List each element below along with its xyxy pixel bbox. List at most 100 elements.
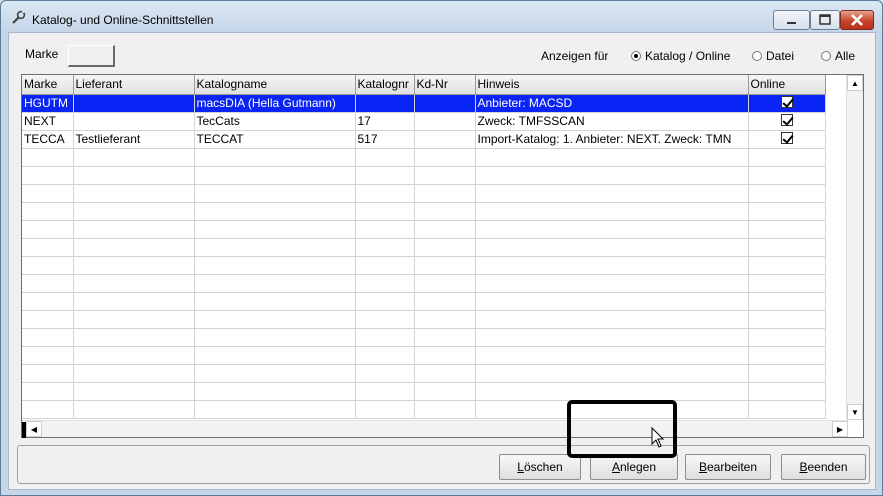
wrench-icon xyxy=(12,10,26,24)
empty-cell xyxy=(355,328,415,347)
col-header-kdnr[interactable]: Kd-Nr xyxy=(414,75,476,95)
scroll-up-icon[interactable]: ▲ xyxy=(847,75,863,91)
empty-cell xyxy=(748,400,826,419)
minimize-icon xyxy=(787,22,796,24)
horizontal-scrollbar[interactable]: ◀ ▶ xyxy=(22,420,848,437)
scroll-down-icon[interactable]: ▼ xyxy=(847,404,863,420)
col-header-hinweis[interactable]: Hinweis xyxy=(475,75,749,95)
empty-cell xyxy=(22,256,74,275)
empty-cell xyxy=(73,256,195,275)
beenden-button[interactable]: Beenden xyxy=(781,454,866,480)
empty-cell xyxy=(414,292,476,311)
empty-cell xyxy=(414,274,476,293)
empty-cell xyxy=(748,346,826,365)
empty-row xyxy=(22,202,826,221)
empty-cell xyxy=(414,310,476,329)
dialog-window: Katalog- und Online-Schnittstellen Marke… xyxy=(0,0,883,496)
empty-cell xyxy=(475,292,749,311)
cell-katalognr: 517 xyxy=(355,130,415,149)
empty-cell xyxy=(748,202,826,221)
empty-row xyxy=(22,346,826,365)
cell-kdnr xyxy=(414,130,476,149)
vertical-scrollbar[interactable]: ▲ ▼ xyxy=(846,75,863,420)
table-row[interactable]: NEXT TecCats 17 Zweck: TMFSSCAN xyxy=(22,112,826,131)
cell-kdnr xyxy=(414,94,476,113)
anzeigen-label: Anzeigen für xyxy=(541,49,609,63)
online-checkbox[interactable] xyxy=(780,131,793,144)
empty-cell xyxy=(194,202,356,221)
cell-marke: HGUTM xyxy=(22,94,74,113)
title-bar[interactable]: Katalog- und Online-Schnittstellen xyxy=(1,1,882,32)
anlegen-label: Anlegen xyxy=(611,460,657,474)
online-checkbox[interactable] xyxy=(780,113,793,126)
empty-cell xyxy=(355,400,415,419)
catalog-grid[interactable]: Marke Lieferant Katalogname Katalognr Kd… xyxy=(21,74,864,438)
empty-cell xyxy=(73,148,195,167)
empty-cell xyxy=(73,328,195,347)
empty-cell xyxy=(22,166,74,185)
col-header-marke[interactable]: Marke xyxy=(22,75,74,95)
cell-hinweis: Anbieter: MACSD xyxy=(475,94,749,113)
radio-alle[interactable]: Alle xyxy=(821,49,855,63)
empty-cell xyxy=(748,382,826,401)
empty-cell xyxy=(194,310,356,329)
empty-cell xyxy=(475,166,749,185)
minimize-button[interactable] xyxy=(773,10,810,30)
empty-cell xyxy=(194,256,356,275)
cell-katalogname: TecCats xyxy=(194,112,356,131)
empty-cell xyxy=(355,274,415,293)
empty-cell xyxy=(355,184,415,203)
bearbeiten-button[interactable]: Bearbeiten xyxy=(685,454,771,480)
loeschen-button[interactable]: Löschen xyxy=(499,454,581,480)
cell-lieferant: Testlieferant xyxy=(73,130,195,149)
scroll-right-icon[interactable]: ▶ xyxy=(832,421,848,437)
row-marker xyxy=(22,422,26,438)
empty-cell xyxy=(748,238,826,257)
col-header-online[interactable]: Online xyxy=(748,75,826,95)
table-row[interactable]: TECCA Testlieferant TECCAT 517 Import-Ka… xyxy=(22,130,826,149)
empty-cell xyxy=(414,202,476,221)
cell-online xyxy=(748,130,826,149)
empty-cell xyxy=(748,184,826,203)
col-header-katalogname[interactable]: Katalogname xyxy=(194,75,356,95)
online-checkbox[interactable] xyxy=(780,95,793,108)
empty-cell xyxy=(73,400,195,419)
empty-row xyxy=(22,274,826,293)
empty-cell xyxy=(194,346,356,365)
empty-row xyxy=(22,166,826,185)
col-header-lieferant[interactable]: Lieferant xyxy=(73,75,195,95)
empty-cell xyxy=(475,346,749,365)
empty-cell xyxy=(355,166,415,185)
empty-cell xyxy=(73,274,195,293)
col-header-katalognr[interactable]: Katalognr xyxy=(355,75,415,95)
empty-cell xyxy=(73,238,195,257)
radio-datei[interactable]: Datei xyxy=(752,49,794,63)
marke-field[interactable] xyxy=(68,45,115,67)
empty-cell xyxy=(475,364,749,383)
radio-unselected-icon xyxy=(752,51,762,61)
empty-cell xyxy=(748,166,826,185)
window-title: Katalog- und Online-Schnittstellen xyxy=(32,13,214,27)
empty-cell xyxy=(22,238,74,257)
empty-cell xyxy=(475,310,749,329)
maximize-button[interactable] xyxy=(810,10,840,30)
empty-row xyxy=(22,364,826,383)
empty-row xyxy=(22,328,826,347)
radio-katalog-online[interactable]: Katalog / Online xyxy=(631,49,730,63)
cell-marke: TECCA xyxy=(22,130,74,149)
scroll-left-icon[interactable]: ◀ xyxy=(26,421,42,437)
table-row[interactable]: HGUTM macsDIA (Hella Gutmann) Anbieter: … xyxy=(22,94,826,113)
empty-cell xyxy=(22,364,74,383)
empty-cell xyxy=(748,292,826,311)
cell-marke: NEXT xyxy=(22,112,74,131)
cell-online xyxy=(748,112,826,131)
catalog-table: Marke Lieferant Katalogname Katalognr Kd… xyxy=(22,75,826,419)
close-button[interactable] xyxy=(840,10,874,30)
close-icon xyxy=(851,14,863,26)
empty-cell xyxy=(414,400,476,419)
empty-cell xyxy=(22,400,74,419)
radio-label: Alle xyxy=(835,49,856,63)
radio-unselected-icon xyxy=(821,51,831,61)
empty-cell xyxy=(355,238,415,257)
empty-cell xyxy=(355,220,415,239)
